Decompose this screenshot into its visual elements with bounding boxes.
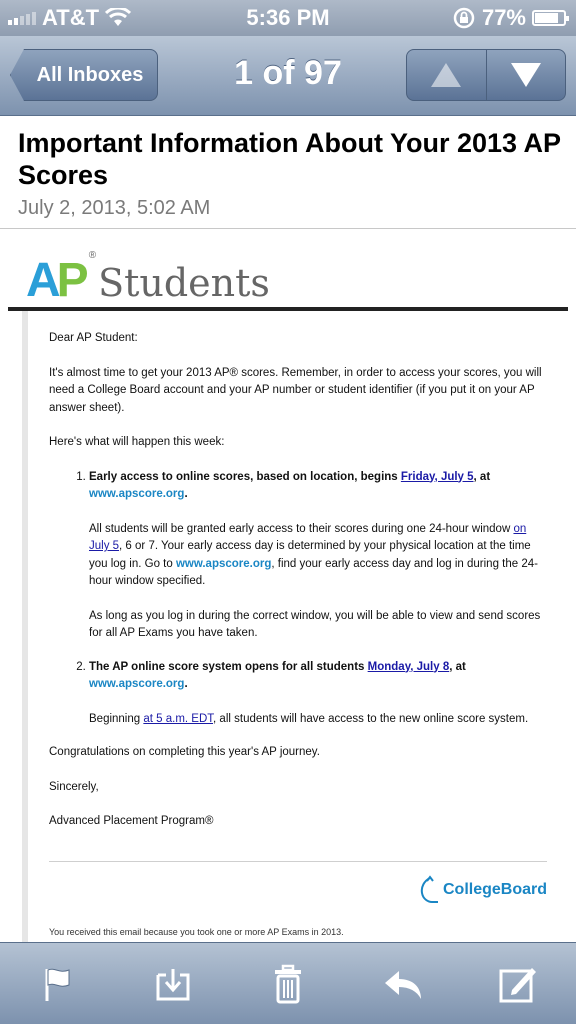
- message-date: July 2, 2013, 5:02 AM: [18, 197, 211, 219]
- ap-logo-a: A: [26, 254, 61, 307]
- navigation-bar: All Inboxes 1 of 97: [0, 36, 576, 116]
- congrats-line: Congratulations on completing this year'…: [49, 746, 320, 758]
- status-right: 77%: [452, 5, 569, 31]
- delete-button[interactable]: [260, 956, 316, 1012]
- item1-heading: Early access to online scores, based on …: [89, 470, 491, 501]
- monday-july-8-link[interactable]: Monday, July 8: [368, 661, 450, 673]
- message-nav-segment: [406, 49, 566, 101]
- rotation-lock-icon: [453, 7, 475, 29]
- battery-fill: [535, 13, 559, 23]
- email-content: Dear AP Student: It's almost time to get…: [49, 330, 549, 848]
- at-5am-edt-link[interactable]: at 5 a.m. EDT: [143, 713, 213, 725]
- previous-message-button[interactable]: [407, 50, 486, 100]
- arrow-down-icon: [510, 63, 541, 87]
- compose-button[interactable]: [490, 956, 546, 1012]
- flag-icon: [45, 968, 70, 1001]
- apscore-link[interactable]: www.apscore.org: [176, 558, 271, 570]
- next-message-button[interactable]: [485, 50, 566, 100]
- ap-logo-p: P: [56, 254, 89, 307]
- message-subject: Important Information About Your 2013 AP…: [18, 128, 561, 190]
- email-body[interactable]: A P ® Students Dear AP Student: It's almost…: [0, 230, 576, 942]
- list-item: Early access to online scores, based on …: [89, 469, 549, 643]
- friday-july-5-link[interactable]: Friday, July 5: [401, 471, 474, 483]
- apscore-link[interactable]: www.apscore.org: [89, 678, 184, 690]
- move-to-folder-icon: [156, 968, 190, 1000]
- battery-percent: 77%: [481, 5, 526, 30]
- item1-paragraph1: All students will be granted early acces…: [89, 522, 538, 588]
- schedule-list: Early access to online scores, based on …: [49, 469, 549, 729]
- footer-divider: [49, 861, 547, 862]
- battery-icon: [532, 10, 569, 26]
- compose-icon: [499, 967, 537, 1002]
- bottom-toolbar: [0, 942, 576, 1024]
- message-position: 1 of 97: [234, 54, 342, 92]
- signoff: Sincerely,: [49, 780, 99, 793]
- footer-note: You received this email because you took…: [49, 927, 344, 937]
- flag-button[interactable]: [30, 956, 86, 1012]
- logo-divider: [8, 307, 568, 311]
- trash-icon: [274, 964, 301, 1003]
- list-item: The AP online score system opens for all…: [89, 659, 549, 729]
- status-bar: AT&T 5:36 PM 77%: [0, 0, 576, 36]
- collegeboard-acorn-icon: [420, 875, 438, 903]
- all-inboxes-back-button[interactable]: All Inboxes: [10, 49, 158, 101]
- reply-button[interactable]: [375, 956, 431, 1012]
- week-intro: Here's what will happen this week:: [49, 436, 225, 448]
- greeting: Dear AP Student:: [49, 332, 138, 344]
- signature: Advanced Placement Program®: [49, 815, 214, 827]
- intro-paragraph: It's almost time to get your 2013 AP® sc…: [49, 366, 542, 414]
- collegeboard-wordmark: CollegeBoard: [442, 881, 547, 898]
- ap-logo-registered: ®: [88, 250, 97, 261]
- left-border: [22, 311, 28, 942]
- item1-paragraph2: As long as you log in during the correct…: [89, 609, 541, 640]
- item2-heading: The AP online score system opens for all…: [89, 660, 466, 691]
- ap-students-logo: A P ® Students: [26, 244, 270, 308]
- ap-logo-students: Students: [98, 261, 270, 305]
- arrow-up-icon: [431, 63, 462, 87]
- apscore-link[interactable]: www.apscore.org: [89, 488, 184, 500]
- item2-paragraph1: Beginning at 5 a.m. EDT, all students wi…: [89, 712, 529, 725]
- collegeboard-logo[interactable]: CollegeBoard: [419, 875, 547, 905]
- message-header: Important Information About Your 2013 AP…: [0, 117, 576, 229]
- reply-icon: [385, 970, 422, 999]
- move-to-folder-button[interactable]: [145, 956, 201, 1012]
